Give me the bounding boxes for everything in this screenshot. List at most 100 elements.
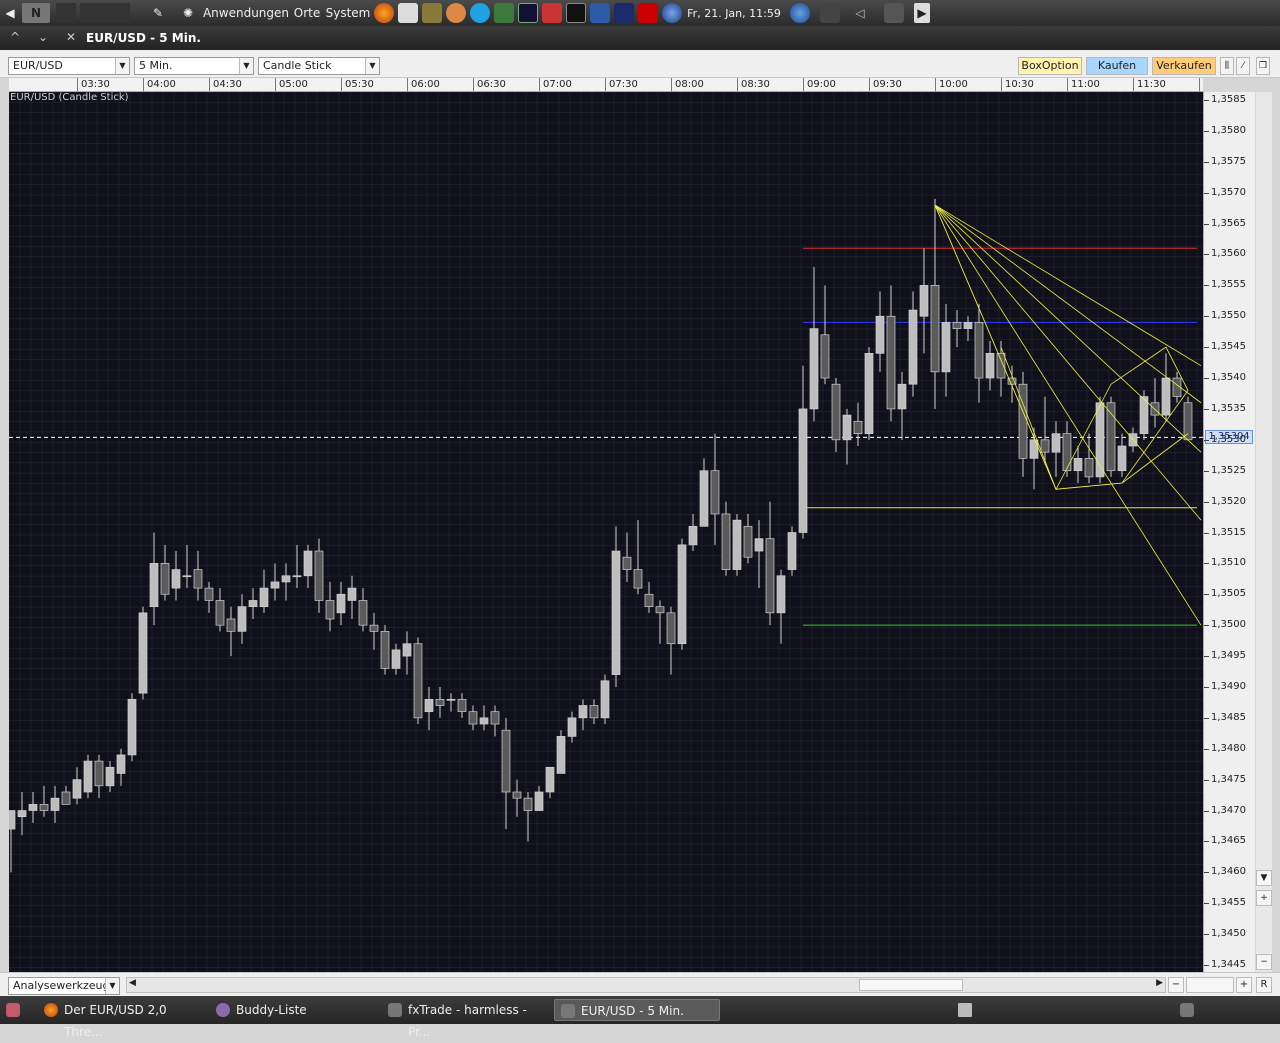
taskbar-item-forum[interactable]: Der EUR/USD 2,0 Thre...	[38, 999, 200, 1039]
trash-icon[interactable]	[952, 999, 978, 1021]
price-tick-label: 1,3500	[1211, 619, 1246, 631]
globe-icon[interactable]	[662, 3, 682, 23]
time-tick-label: 09:30	[869, 78, 902, 91]
monitor-icon[interactable]	[494, 3, 514, 23]
candle-body	[765, 538, 775, 614]
system-monitor-icon[interactable]	[518, 3, 538, 23]
candle-body	[919, 285, 929, 317]
plug-icon[interactable]: ✎	[148, 3, 168, 23]
skype-icon[interactable]	[470, 3, 490, 23]
detach-window-icon[interactable]: ❐	[1256, 57, 1270, 75]
panel-left-arrow-button[interactable]: ◀	[2, 3, 18, 23]
candle-body	[171, 569, 181, 589]
update-icon[interactable]	[790, 3, 810, 23]
analysis-tool-select[interactable]: Analysewerkzeug ▼	[8, 977, 120, 995]
menu-system[interactable]: System	[326, 3, 371, 23]
candle-body	[1062, 433, 1072, 472]
price-tick-label: 1,3510	[1211, 557, 1246, 569]
scroll-down-button[interactable]: ▼	[1256, 870, 1272, 886]
ubuntu-logo-icon[interactable]: ✺	[178, 3, 198, 23]
horizontal-scrollbar[interactable]: ◀ ▶	[126, 977, 1166, 993]
task-label: Der EUR/USD 2,0 Thre...	[64, 1003, 167, 1039]
chevron-down-icon: ▼	[365, 58, 379, 74]
time-tick-label: 07:00	[539, 78, 572, 91]
candle-body	[974, 322, 984, 379]
candle-body	[446, 698, 456, 701]
mail-icon[interactable]	[884, 3, 904, 23]
window-title-bar: ^ ⌄ ✕ EUR/USD - 5 Min.	[0, 26, 1280, 50]
candle-body	[567, 717, 577, 737]
zoom-out-button[interactable]: −	[1256, 954, 1272, 970]
box-option-button[interactable]: BoxOption	[1018, 57, 1082, 75]
draw-line-icon[interactable]: ⁄	[1236, 57, 1250, 75]
taskbar-item-buddy-list[interactable]: Buddy-Liste	[210, 999, 370, 1021]
interval-select[interactable]: 5 Min. ▼	[134, 57, 254, 75]
candle-body	[897, 383, 907, 410]
text-editor-icon[interactable]	[398, 3, 418, 23]
menu-places[interactable]: Orte	[292, 3, 322, 23]
show-desktop-button[interactable]	[4, 999, 22, 1021]
time-tick-label: 10:00	[935, 78, 968, 91]
chevron-down-icon: ▼	[115, 58, 129, 74]
tool-icon[interactable]	[422, 3, 442, 23]
panel-right-arrow-button[interactable]: ▶	[914, 3, 930, 23]
workspace-switcher[interactable]	[1174, 999, 1200, 1021]
firefox-icon[interactable]	[374, 3, 394, 23]
candlestick-chart[interactable]	[9, 92, 1203, 972]
candle-body	[160, 563, 170, 595]
chart-area[interactable]: EUR/USD (Candle Stick)	[9, 92, 1203, 972]
price-tick-mark	[1204, 563, 1209, 565]
scroll-left-icon[interactable]: ◀	[129, 978, 136, 988]
candle-body	[9, 810, 16, 830]
chart-type-select[interactable]: Candle Stick ▼	[258, 57, 380, 75]
candle-body	[688, 525, 698, 546]
display-icon[interactable]	[820, 3, 840, 23]
sell-button[interactable]: Verkaufen	[1152, 57, 1216, 75]
price-tick-mark	[1204, 717, 1209, 719]
filezilla-icon[interactable]	[638, 3, 658, 23]
pencil-icon[interactable]	[542, 3, 562, 23]
chevron-down-icon: ▼	[239, 58, 253, 74]
window-up-button[interactable]: ^	[10, 30, 20, 44]
instrument-select[interactable]: EUR/USD ▼	[8, 57, 130, 75]
candle-body	[798, 408, 808, 533]
time-tick-label: 04:30	[209, 78, 242, 91]
taskbar-item-fxtrade[interactable]: fxTrade - harmless - Pr...	[382, 999, 548, 1039]
time-zoom-field[interactable]	[1186, 977, 1234, 993]
horizontal-scroll-thumb[interactable]	[859, 979, 963, 991]
candle-body	[468, 711, 478, 725]
candle-body	[578, 705, 588, 719]
window-down-button[interactable]: ⌄	[38, 30, 48, 44]
panel-item-2[interactable]	[80, 3, 130, 23]
candle-body	[127, 698, 137, 756]
zoom-in-button[interactable]: +	[1256, 890, 1272, 906]
panel-item-1[interactable]	[56, 3, 76, 23]
menu-applications[interactable]: Anwendungen	[203, 3, 289, 23]
zoom-in-time-button[interactable]: +	[1236, 977, 1252, 993]
price-tick-mark	[1204, 192, 1209, 194]
time-tick-label: 05:00	[275, 78, 308, 91]
vertical-scrollbar[interactable]: ▼ + −	[1256, 92, 1272, 972]
pattern-low-line	[934, 204, 1189, 490]
chart-app-icon[interactable]	[590, 3, 610, 23]
price-tick-label: 1,3530	[1211, 433, 1246, 445]
taskbar-item-chart[interactable]: EUR/USD - 5 Min.	[554, 999, 720, 1021]
app-logo-icon[interactable]: N	[22, 3, 50, 23]
candle-body	[490, 711, 500, 725]
clock[interactable]: Fr, 21. Jan, 11:59	[686, 3, 782, 23]
candle-body	[787, 532, 797, 570]
buy-button[interactable]: Kaufen	[1086, 57, 1148, 75]
indicator-icon[interactable]: ⫼	[1220, 57, 1234, 75]
candle-body	[864, 352, 874, 434]
scroll-right-icon[interactable]: ▶	[1156, 978, 1163, 988]
terminal-icon[interactable]	[566, 3, 586, 23]
window-close-button[interactable]: ✕	[66, 30, 76, 44]
candle-body	[248, 600, 258, 607]
reset-button[interactable]: R	[1256, 977, 1272, 993]
zoom-out-time-button[interactable]: −	[1168, 977, 1184, 993]
analysis-tool-value: Analysewerkzeug	[13, 979, 110, 992]
candle-body	[105, 766, 115, 787]
fx-news-icon[interactable]	[614, 3, 634, 23]
chat-icon[interactable]	[446, 3, 466, 23]
volume-icon[interactable]: ◁	[850, 3, 870, 23]
